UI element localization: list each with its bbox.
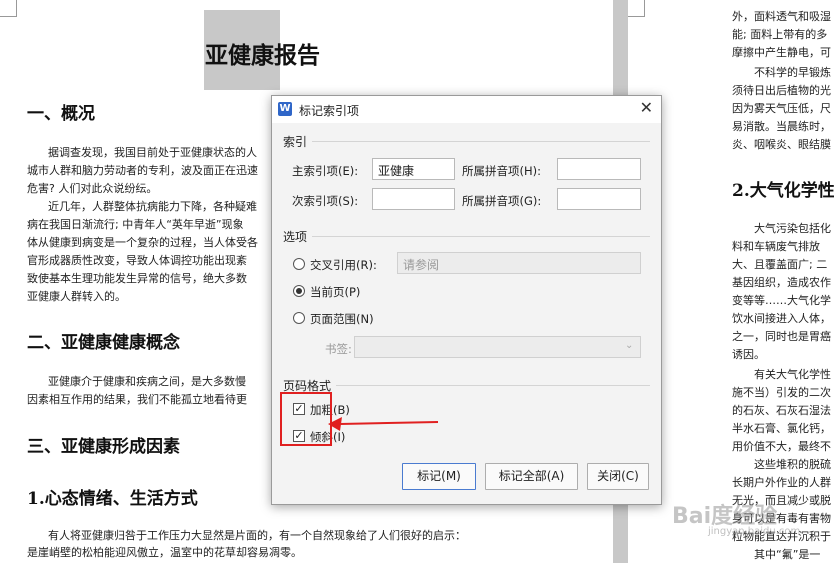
section-divider — [336, 385, 650, 386]
body-line: 官形成器质性改变，导致人体调控功能出现紊 — [27, 254, 247, 267]
body-line: 近几年，人群整体抗病能力下降，各种疑难 — [48, 200, 257, 213]
heading-overview: 一、概况 — [27, 104, 95, 124]
body-line: 大、且覆盖面广; 二 — [732, 258, 828, 271]
sub-entry-label: 次索引项(S): — [292, 194, 359, 208]
body-line: 亚健康人群转入的。 — [27, 290, 126, 303]
cross-reference-radio[interactable] — [293, 258, 305, 270]
cross-reference-label[interactable]: 交叉引用(R): — [310, 257, 377, 273]
mark-all-button[interactable]: 标记全部(A) — [485, 463, 578, 490]
sub-entry-input[interactable] — [372, 188, 455, 210]
body-line: 据调查发现，我国目前处于亚健康状态的人 — [48, 146, 257, 159]
heading-lifestyle: 1.心态情绪、生活方式 — [27, 489, 198, 509]
body-line: 有人将亚健康归咎于工作压力大显然是片面的，有一个自然现象给了人们很好的启示： — [48, 529, 466, 542]
body-line: 料和车辆废气排放 — [732, 240, 820, 253]
heading-factors: 三、亚健康形成因素 — [27, 437, 180, 457]
body-line: 危害? 人们对此众说纷纭。 — [27, 182, 158, 195]
body-line: 之一，同时也是胃癌 — [732, 330, 831, 343]
page-corner-mark — [628, 0, 645, 17]
body-line: 其中“氟”是一 — [754, 548, 821, 561]
mark-button[interactable]: 标记(M) — [402, 463, 476, 490]
dialog-title: 标记索引项 — [299, 104, 360, 118]
bookmark-label: 书签: — [325, 342, 352, 356]
body-line: 施不当）引发的二次 — [732, 386, 831, 399]
body-line: 诱因。 — [732, 348, 765, 361]
close-button[interactable]: 关闭(C) — [587, 463, 649, 490]
body-line: 用价值不大，最终不 — [732, 440, 831, 453]
current-page-label[interactable]: 当前页(P) — [310, 284, 360, 300]
document-title[interactable]: 亚健康报告 — [205, 36, 320, 70]
body-line: 易消散。当晨练时， — [732, 120, 831, 133]
section-divider — [312, 236, 650, 237]
wps-app-icon: W — [278, 102, 292, 116]
body-line: 不科学的早锻炼 — [754, 66, 831, 79]
dialog-titlebar[interactable]: W 标记索引项 ✕ — [272, 96, 661, 123]
body-line: 因素相互作用的结果，我们不能孤立地看待更 — [27, 393, 247, 406]
body-line: 饮水间接进入人体， — [732, 312, 831, 325]
options-section-label: 选项 — [283, 230, 308, 244]
annotation-highlight-box — [280, 392, 332, 446]
section-divider — [312, 141, 650, 142]
body-line: 外，面料透气和吸湿 — [732, 10, 831, 23]
main-pinyin-input[interactable] — [557, 158, 641, 180]
body-line: 半水石膏、氯化钙， — [732, 422, 831, 435]
main-pinyin-label: 所属拼音项(H): — [462, 164, 541, 178]
chevron-down-icon: ⌄ — [625, 340, 634, 351]
page-range-label[interactable]: 页面范围(N) — [310, 311, 374, 327]
body-line: 大气污染包括化 — [754, 222, 831, 235]
heading-air-chemistry: 2.大气化学性 — [732, 181, 834, 201]
body-line: 的石灰、石灰石湿法 — [732, 404, 831, 417]
body-line: 城市人群和脑力劳动者的专利，波及面正在迅速 — [27, 164, 258, 177]
body-line: 摩擦中产生静电，可 — [732, 46, 831, 59]
annotation-arrow-icon — [328, 417, 439, 431]
sub-pinyin-input[interactable] — [557, 188, 641, 210]
body-line: 亚健康介于健康和疾病之间，是大多数慢 — [48, 375, 246, 388]
body-line: 病在我国日渐流行; 中青年人“英年早逝”现象 — [27, 218, 244, 231]
body-line: 长期户外作业的人群 — [732, 476, 831, 489]
bookmark-select[interactable] — [354, 336, 641, 358]
body-line: 致使基本生理功能发生异常的信号，绝大多数 — [27, 272, 247, 285]
cross-reference-input[interactable]: 请参阅 — [397, 252, 641, 274]
body-line: 变等等……大气化学 — [732, 294, 831, 307]
body-line: 是崖峭壁的松柏能迎风傲立，温室中的花草却容易凋零。 — [27, 546, 302, 559]
body-line: 基因组织，造成农作 — [732, 276, 831, 289]
heading-concept: 二、亚健康健康概念 — [27, 333, 180, 353]
watermark-url: jingyan.baidu.com — [708, 526, 801, 537]
body-line: 因为雾天气压低，尺 — [732, 102, 831, 115]
body-line: 炎、咽喉炎、眼结膜 — [732, 138, 831, 151]
body-line: 有关大气化学性 — [754, 368, 831, 381]
body-line: 能; 面料上带有的多 — [732, 28, 828, 41]
page-range-radio[interactable] — [293, 312, 305, 324]
main-entry-input[interactable]: 亚健康 — [372, 158, 455, 180]
close-icon[interactable]: ✕ — [640, 100, 653, 116]
body-line: 须待日出后植物的光 — [732, 84, 831, 97]
sub-pinyin-label: 所属拼音项(G): — [462, 194, 542, 208]
main-entry-label: 主索引项(E): — [292, 164, 359, 178]
body-line: 体从健康到病变是一个复杂的过程，当人体受各 — [27, 236, 258, 249]
body-line: 这些堆积的脱硫 — [754, 458, 831, 471]
page-corner-mark — [0, 0, 17, 17]
current-page-radio[interactable] — [293, 285, 305, 297]
index-section-label: 索引 — [283, 135, 308, 149]
